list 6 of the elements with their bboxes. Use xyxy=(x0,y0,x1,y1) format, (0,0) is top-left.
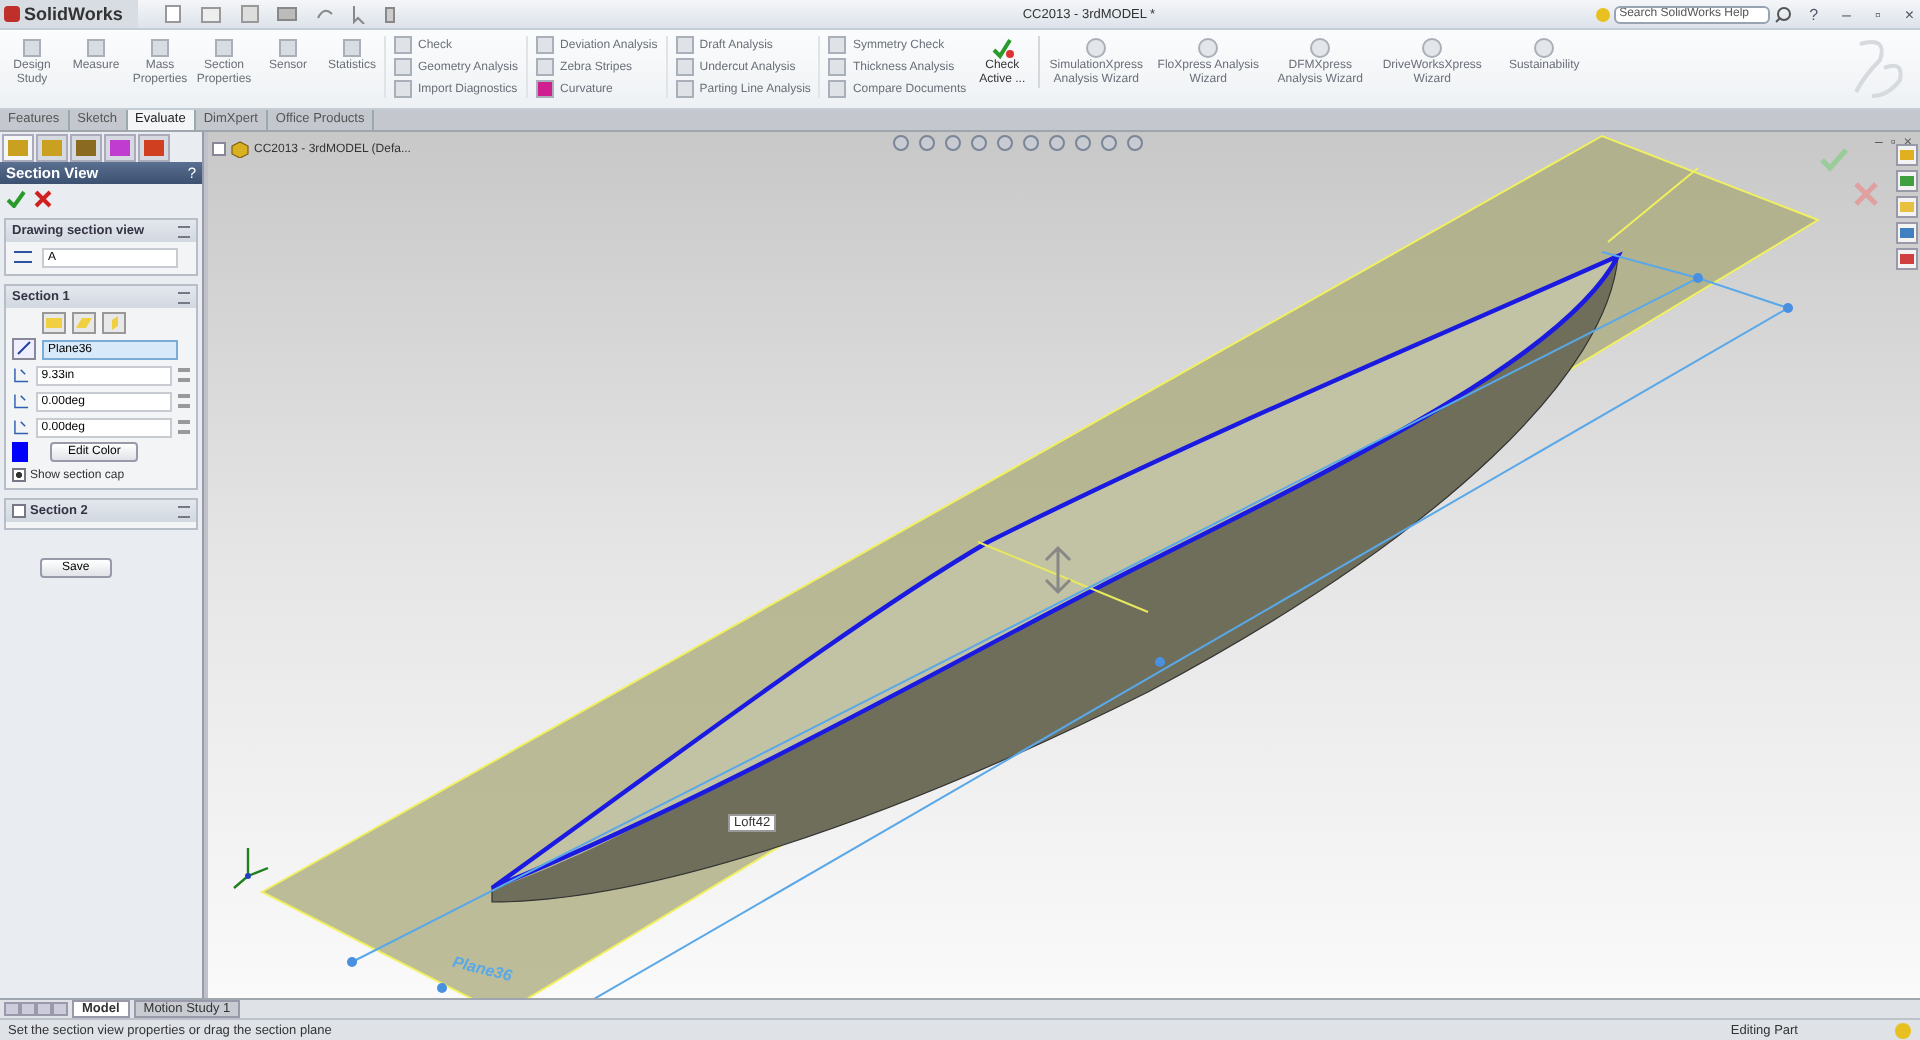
solidworks-logo: SolidWorks xyxy=(0,0,139,28)
window-control[interactable]: ▫ xyxy=(1868,5,1887,23)
help-button[interactable]: ? xyxy=(1803,5,1825,23)
plane-label: Plane36 xyxy=(450,952,514,986)
window-control[interactable]: × xyxy=(1898,5,1920,23)
window-control[interactable]: – xyxy=(1836,5,1857,23)
